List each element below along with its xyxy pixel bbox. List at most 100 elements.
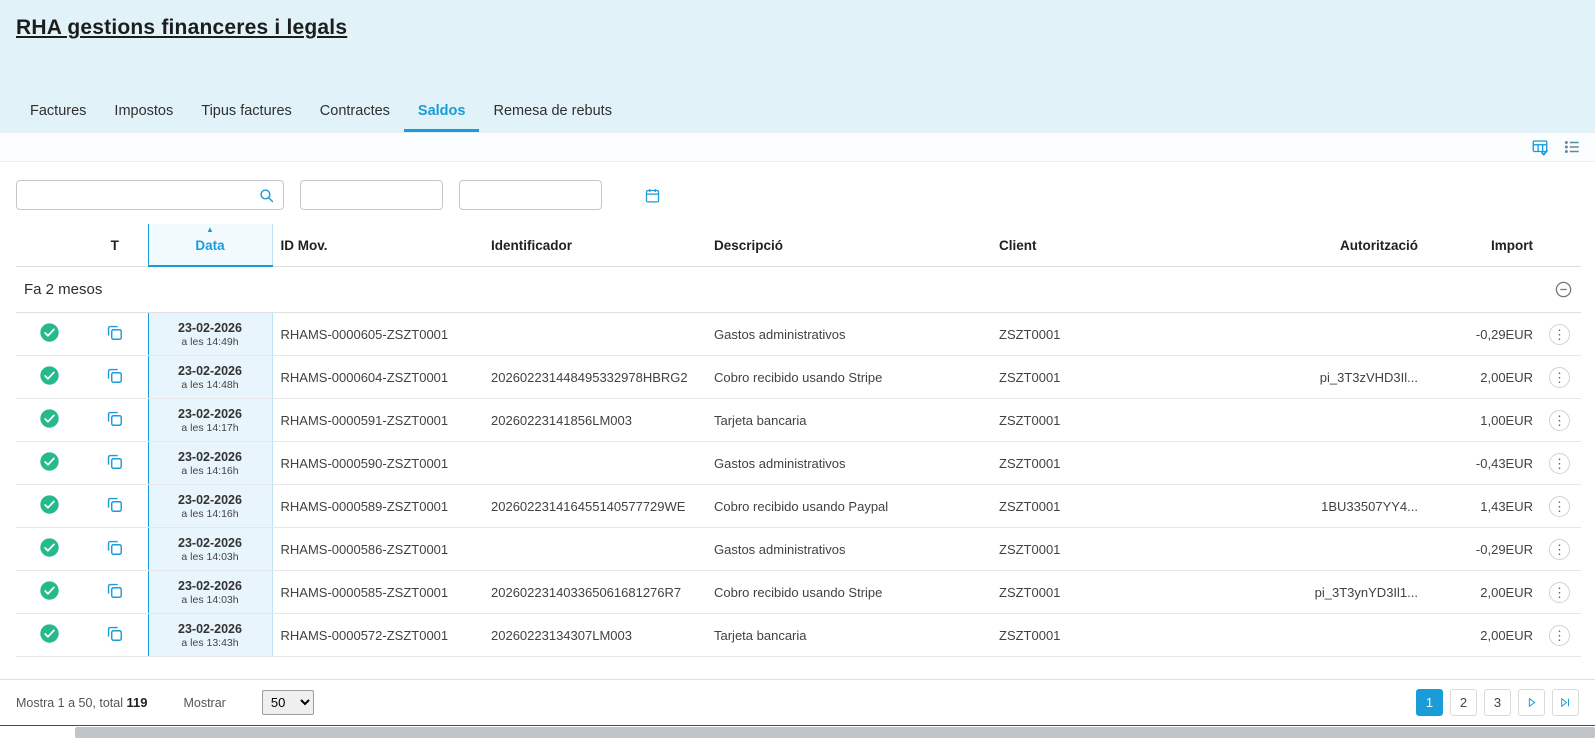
movement-copy-icon[interactable]	[105, 323, 125, 343]
table-footer: Mostra 1 a 50, total 119 Mostrar 50 1 2 …	[0, 679, 1595, 726]
col-header-data-sorted[interactable]: ▲Data	[148, 224, 272, 266]
col-header-id-mov[interactable]: ID Mov.	[272, 224, 483, 266]
identificador-cell: 202602231403365061681276R7	[483, 571, 706, 614]
movement-copy-icon[interactable]	[105, 452, 125, 472]
id-mov-cell: RHAMS-0000591-ZSZT0001	[272, 399, 483, 442]
col-header-identificador[interactable]: Identificador	[483, 224, 706, 266]
tab-remesa-de-rebuts[interactable]: Remesa de rebuts	[479, 92, 625, 132]
row-menu-button[interactable]: ⋮	[1549, 453, 1570, 474]
page-button-2[interactable]: 2	[1450, 689, 1477, 716]
identificador-cell	[483, 442, 706, 485]
row-menu-button[interactable]: ⋮	[1549, 410, 1570, 431]
page-button-1[interactable]: 1	[1416, 689, 1443, 716]
status-cell	[16, 571, 82, 614]
date-cell: 23-02-2026 a les 14:16h	[148, 485, 272, 528]
descripcio-cell: Cobro recibido usando Paypal	[706, 485, 991, 528]
movement-copy-icon[interactable]	[105, 538, 125, 558]
actions-cell: ⋮	[1541, 356, 1581, 399]
row-menu-button[interactable]: ⋮	[1549, 367, 1570, 388]
page-button-3[interactable]: 3	[1484, 689, 1511, 716]
col-header-client[interactable]: Client	[991, 224, 1236, 266]
tab-contractes[interactable]: Contractes	[306, 92, 404, 132]
movement-copy-icon[interactable]	[105, 624, 125, 644]
last-page-button[interactable]	[1552, 689, 1579, 716]
client-cell: ZSZT0001	[991, 399, 1236, 442]
tab-factures[interactable]: Factures	[16, 92, 100, 132]
movement-copy-icon[interactable]	[105, 495, 125, 515]
list-view-icon[interactable]	[1563, 138, 1581, 156]
descripcio-cell: Tarjeta bancaria	[706, 614, 991, 657]
status-cell	[16, 485, 82, 528]
group-label: Fa 2 mesos	[24, 281, 102, 298]
status-cell	[16, 356, 82, 399]
type-cell	[82, 614, 148, 657]
date-cell: 23-02-2026 a les 14:49h	[148, 313, 272, 356]
movement-copy-icon[interactable]	[105, 409, 125, 429]
success-check-icon	[39, 408, 60, 429]
view-toolbar	[0, 132, 1595, 162]
autoritzacio-cell	[1236, 442, 1426, 485]
search-input[interactable]	[25, 181, 258, 209]
import-cell: 1,43EUR	[1426, 485, 1541, 528]
import-cell: -0,29EUR	[1426, 313, 1541, 356]
id-mov-cell: RHAMS-0000572-ZSZT0001	[272, 614, 483, 657]
col-header-t[interactable]: T	[82, 224, 148, 266]
table-row: 23-02-2026 a les 14:48h RHAMS-0000604-ZS…	[16, 356, 1581, 399]
descripcio-cell: Cobro recibido usando Stripe	[706, 571, 991, 614]
import-cell: 2,00EUR	[1426, 614, 1541, 657]
tab-impostos[interactable]: Impostos	[100, 92, 187, 132]
success-check-icon	[39, 623, 60, 644]
actions-cell: ⋮	[1541, 614, 1581, 657]
client-cell: ZSZT0001	[991, 614, 1236, 657]
date-cell: 23-02-2026 a les 14:17h	[148, 399, 272, 442]
column-settings-icon[interactable]	[1531, 138, 1549, 156]
date-cell: 23-02-2026 a les 14:03h	[148, 528, 272, 571]
row-menu-button[interactable]: ⋮	[1549, 496, 1570, 517]
id-mov-cell: RHAMS-0000604-ZSZT0001	[272, 356, 483, 399]
col-header-import[interactable]: Import	[1426, 224, 1541, 266]
import-cell: 1,00EUR	[1426, 399, 1541, 442]
movement-copy-icon[interactable]	[105, 366, 125, 386]
tab-saldos[interactable]: Saldos	[404, 92, 480, 132]
tab-tipus-factures[interactable]: Tipus factures	[187, 92, 306, 132]
pagination: 1 2 3	[1409, 689, 1579, 716]
identificador-cell: 20260223141856LM003	[483, 399, 706, 442]
filters-bar	[0, 162, 1595, 224]
last-page-icon	[1559, 696, 1572, 709]
row-menu-button[interactable]: ⋮	[1549, 582, 1570, 603]
horizontal-scrollbar-thumb[interactable]	[75, 727, 1595, 738]
table-row: 23-02-2026 a les 14:49h RHAMS-0000605-ZS…	[16, 313, 1581, 356]
autoritzacio-cell	[1236, 399, 1426, 442]
client-cell: ZSZT0001	[991, 528, 1236, 571]
table-row: 23-02-2026 a les 13:43h RHAMS-0000572-ZS…	[16, 614, 1581, 657]
status-cell	[16, 399, 82, 442]
client-cell: ZSZT0001	[991, 485, 1236, 528]
success-check-icon	[39, 451, 60, 472]
next-page-button[interactable]	[1518, 689, 1545, 716]
calendar-icon[interactable]	[644, 187, 661, 204]
date-to-input[interactable]	[468, 181, 644, 209]
collapse-group-icon[interactable]	[1554, 280, 1573, 299]
table-row: 23-02-2026 a les 14:16h RHAMS-0000590-ZS…	[16, 442, 1581, 485]
col-header-descripcio[interactable]: Descripció	[706, 224, 991, 266]
next-page-icon	[1525, 696, 1538, 709]
movement-copy-icon[interactable]	[105, 581, 125, 601]
identificador-cell	[483, 313, 706, 356]
table-row: 23-02-2026 a les 14:03h RHAMS-0000586-ZS…	[16, 528, 1581, 571]
table-row: 23-02-2026 a les 14:16h RHAMS-0000589-ZS…	[16, 485, 1581, 528]
id-mov-cell: RHAMS-0000589-ZSZT0001	[272, 485, 483, 528]
balances-table-wrap: T ▲Data ID Mov. Identificador Descripció…	[0, 224, 1595, 679]
identificador-cell	[483, 528, 706, 571]
actions-cell: ⋮	[1541, 528, 1581, 571]
page-size-select[interactable]: 50	[262, 690, 314, 715]
row-menu-button[interactable]: ⋮	[1549, 539, 1570, 560]
col-header-autoritzacio[interactable]: Autorització	[1236, 224, 1426, 266]
row-menu-button[interactable]: ⋮	[1549, 625, 1570, 646]
id-mov-cell: RHAMS-0000586-ZSZT0001	[272, 528, 483, 571]
descripcio-cell: Cobro recibido usando Stripe	[706, 356, 991, 399]
status-cell	[16, 528, 82, 571]
identificador-cell: 20260223134307LM003	[483, 614, 706, 657]
results-total: 119	[126, 695, 147, 710]
row-menu-button[interactable]: ⋮	[1549, 324, 1570, 345]
horizontal-scrollbar	[0, 726, 1595, 739]
